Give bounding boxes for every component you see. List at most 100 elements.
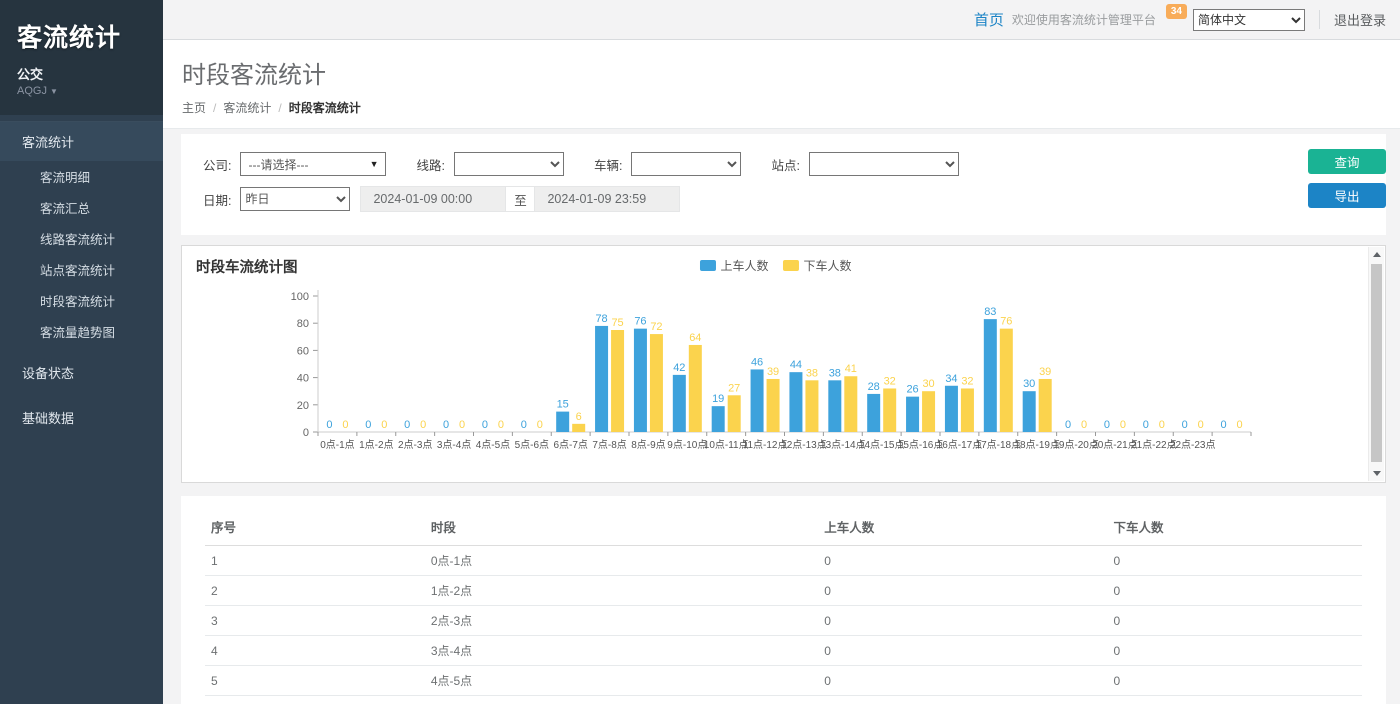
hourly-flow-table: 序号时段上车人数下车人数 10点-1点0021点-2点0032点-3点0043点…: [205, 508, 1362, 704]
welcome-text: 欢迎使用客流统计管理平台: [1012, 11, 1156, 28]
table-row: 21点-2点00: [205, 576, 1362, 606]
svg-text:0: 0: [381, 419, 387, 431]
date-preset-select[interactable]: 昨日: [240, 187, 350, 211]
scroll-up-icon[interactable]: [1369, 247, 1385, 262]
svg-text:39: 39: [767, 366, 779, 378]
sidebar-subitem-0-5[interactable]: 客流量趋势图: [0, 316, 163, 347]
date-start-input[interactable]: 2024-01-09 00:00: [360, 186, 506, 212]
topbar: 首页 欢迎使用客流统计管理平台 34 简体中文 退出登录: [163, 0, 1400, 40]
sidebar-item-0[interactable]: 客流统计: [0, 121, 163, 161]
sidebar-subitem-0-1[interactable]: 客流汇总: [0, 192, 163, 223]
sidebar-submenu: 客流明细客流汇总线路客流统计站点客流统计时段客流统计客流量趋势图: [0, 161, 163, 347]
table-row: 43点-4点00: [205, 636, 1362, 666]
chart-scrollbar[interactable]: [1368, 247, 1384, 481]
sidebar-menu: 客流统计客流明细客流汇总线路客流统计站点客流统计时段客流统计客流量趋势图设备状态…: [0, 121, 163, 437]
svg-text:0: 0: [459, 419, 465, 431]
table-cell: 0: [1107, 666, 1362, 696]
svg-text:27: 27: [728, 382, 740, 394]
date-label: 日期:: [203, 190, 231, 209]
table-header-0: 序号: [205, 508, 425, 546]
svg-text:80: 80: [297, 318, 309, 330]
svg-text:76: 76: [634, 316, 646, 328]
svg-text:32: 32: [884, 375, 896, 387]
export-button[interactable]: 导出: [1308, 183, 1386, 208]
svg-text:32: 32: [961, 375, 973, 387]
content: 公司: ---请选择--- ▼ 线路: 车辆: 站点:: [163, 129, 1400, 704]
legend-item-1[interactable]: 下车人数: [783, 257, 852, 274]
breadcrumb: 主页/客流统计/时段客流统计: [182, 99, 1400, 116]
legend-label: 上车人数: [720, 257, 768, 274]
svg-text:76: 76: [1000, 316, 1012, 328]
svg-text:0: 0: [1237, 419, 1243, 431]
svg-text:46: 46: [751, 356, 763, 368]
table-row: 32点-3点00: [205, 606, 1362, 636]
passenger-flow-chart: 0204060801000点-1点001点-2点002点-3点003点-4点00…: [196, 280, 1336, 478]
sidebar-item-2[interactable]: 基础数据: [0, 398, 163, 437]
breadcrumb-link-0[interactable]: 主页: [182, 101, 206, 115]
scrollbar-thumb[interactable]: [1371, 264, 1382, 462]
svg-text:0: 0: [326, 419, 332, 431]
breadcrumb-separator: /: [213, 101, 216, 115]
scroll-down-icon[interactable]: [1369, 466, 1385, 481]
logout-link[interactable]: 退出登录: [1319, 10, 1386, 29]
station-label: 站点:: [771, 155, 799, 174]
language-select[interactable]: 简体中文: [1193, 9, 1305, 31]
legend-swatch-icon: [699, 260, 715, 271]
user-menu[interactable]: AQGJ▼: [17, 85, 163, 97]
table-cell: 0: [818, 666, 1107, 696]
breadcrumb-current: 时段客流统计: [289, 101, 361, 115]
svg-text:30: 30: [922, 378, 934, 390]
svg-text:26: 26: [906, 384, 918, 396]
svg-text:4点-5点: 4点-5点: [476, 439, 510, 451]
legend-label: 下车人数: [804, 257, 852, 274]
sidebar-subitem-0-4[interactable]: 时段客流统计: [0, 285, 163, 316]
svg-text:39: 39: [1039, 366, 1051, 378]
svg-text:0: 0: [404, 419, 410, 431]
query-button[interactable]: 查询: [1308, 149, 1386, 174]
svg-text:3点-4点: 3点-4点: [437, 439, 471, 451]
table-cell: 2: [205, 576, 425, 606]
table-cell: 6: [205, 696, 425, 704]
svg-text:83: 83: [984, 306, 996, 318]
svg-text:0: 0: [1159, 419, 1165, 431]
sidebar-logo-area: 客流统计 公交 AQGJ▼: [0, 0, 163, 115]
svg-text:28: 28: [868, 381, 880, 393]
table-cell: 5点-6点: [425, 696, 818, 704]
table-cell: 0: [1107, 636, 1362, 666]
svg-text:0: 0: [365, 419, 371, 431]
home-link[interactable]: 首页: [974, 9, 1004, 30]
table-row: 10点-1点00: [205, 546, 1362, 576]
svg-text:0: 0: [303, 427, 309, 439]
table-cell: 3点-4点: [425, 636, 818, 666]
sidebar: 客流统计 公交 AQGJ▼ 客流统计客流明细客流汇总线路客流统计站点客流统计时段…: [0, 0, 163, 704]
sidebar-item-1[interactable]: 设备状态: [0, 353, 163, 392]
svg-text:34: 34: [945, 373, 957, 385]
svg-text:5点-6点: 5点-6点: [515, 439, 549, 451]
svg-text:64: 64: [689, 332, 701, 344]
company-select[interactable]: ---请选择--- ▼: [240, 152, 386, 176]
station-select[interactable]: [809, 152, 959, 176]
svg-text:0: 0: [1081, 419, 1087, 431]
vehicle-select[interactable]: [631, 152, 741, 176]
sidebar-subitem-0-2[interactable]: 线路客流统计: [0, 223, 163, 254]
sidebar-subitem-0-0[interactable]: 客流明细: [0, 161, 163, 192]
table-cell: 0: [818, 576, 1107, 606]
chevron-down-icon: ▼: [50, 87, 58, 96]
date-end-input[interactable]: 2024-01-09 23:59: [534, 186, 680, 212]
legend-item-0[interactable]: 上车人数: [699, 257, 768, 274]
table-cell: 0: [818, 606, 1107, 636]
legend-swatch-icon: [783, 260, 799, 271]
breadcrumb-link-1[interactable]: 客流统计: [223, 101, 271, 115]
svg-text:72: 72: [650, 321, 662, 333]
line-select[interactable]: [454, 152, 564, 176]
svg-text:0: 0: [1143, 419, 1149, 431]
table-panel: 序号时段上车人数下车人数 10点-1点0021点-2点0032点-3点0043点…: [181, 496, 1386, 704]
svg-text:1点-2点: 1点-2点: [359, 439, 393, 451]
table-cell: 2点-3点: [425, 606, 818, 636]
svg-text:44: 44: [790, 359, 802, 371]
table-header-3: 下车人数: [1107, 508, 1362, 546]
sidebar-subitem-0-3[interactable]: 站点客流统计: [0, 254, 163, 285]
table-cell: 0: [818, 636, 1107, 666]
page-title: 时段客流统计: [182, 55, 1400, 90]
table-header-1: 时段: [425, 508, 818, 546]
